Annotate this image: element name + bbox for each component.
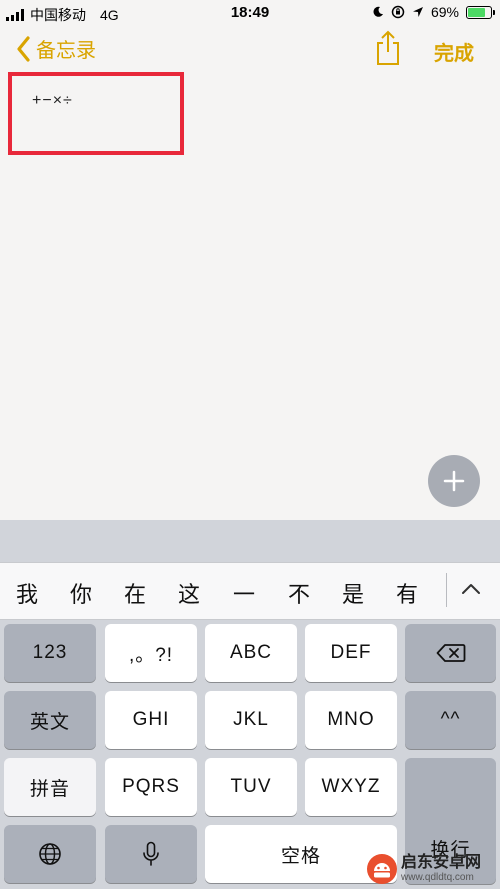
battery-fill — [468, 7, 485, 17]
key-wxyz[interactable]: WXYZ — [305, 758, 397, 816]
key-ghi[interactable]: GHI — [105, 691, 197, 749]
chevron-left-icon — [17, 35, 30, 62]
keyboard: 我 你 在 这 一 不 是 有 123 ,。?! ABC DEF 英文 GHI … — [0, 520, 500, 889]
rotation-lock-icon — [391, 5, 405, 19]
key-pinyin[interactable]: 拼音 — [4, 758, 96, 816]
key-emoticon[interactable]: ^^ — [405, 691, 496, 749]
key-jkl[interactable]: JKL — [205, 691, 297, 749]
battery-percent: 69% — [430, 4, 459, 20]
key-english[interactable]: 英文 — [4, 691, 96, 749]
key-123[interactable]: 123 — [4, 624, 96, 682]
candidate-item[interactable]: 我 — [12, 577, 42, 609]
key-mno[interactable]: MNO — [305, 691, 397, 749]
watermark: 启东安卓网 www.qdldtq.com — [366, 853, 481, 885]
highlight-box — [8, 72, 184, 155]
candidate-divider — [446, 573, 447, 607]
candidate-item[interactable]: 这 — [174, 577, 204, 609]
candidate-bar: 我 你 在 这 一 不 是 有 — [0, 562, 500, 620]
watermark-url: www.qdldtq.com — [401, 872, 474, 883]
backspace-icon — [436, 644, 465, 662]
key-abc[interactable]: ABC — [205, 624, 297, 682]
microphone-icon — [143, 841, 159, 866]
plus-icon — [443, 470, 465, 492]
key-tuv[interactable]: TUV — [205, 758, 297, 816]
candidate-item[interactable]: 你 — [66, 577, 96, 609]
watermark-text: 启东安卓网 www.qdldtq.com — [401, 854, 481, 884]
globe-icon — [39, 843, 61, 865]
location-icon — [412, 7, 423, 17]
candidate-item[interactable]: 在 — [120, 577, 150, 609]
globe-key[interactable] — [4, 825, 96, 883]
status-bar: 中国移动 4G 18:49 69% — [0, 0, 500, 26]
mic-key[interactable] — [105, 825, 197, 883]
key-punctuation[interactable]: ,。?! — [105, 624, 197, 682]
chevron-up-icon[interactable] — [460, 581, 482, 597]
back-button[interactable]: 备忘录 — [16, 34, 96, 63]
add-button[interactable] — [428, 455, 480, 507]
candidate-item[interactable]: 一 — [229, 577, 259, 609]
battery-icon — [466, 5, 495, 19]
status-right: 69% — [372, 4, 495, 20]
candidate-item[interactable]: 有 — [392, 577, 422, 609]
share-icon[interactable] — [374, 30, 402, 66]
delete-button[interactable] — [405, 624, 496, 682]
watermark-title: 启东安卓网 — [401, 854, 482, 871]
candidate-item[interactable]: 不 — [284, 577, 314, 609]
moon-icon — [373, 6, 383, 17]
done-button[interactable]: 完成 — [434, 37, 474, 66]
key-def[interactable]: DEF — [305, 624, 397, 682]
candidate-item[interactable]: 是 — [338, 577, 368, 609]
watermark-logo-icon — [367, 854, 397, 884]
key-pqrs[interactable]: PQRS — [105, 758, 197, 816]
back-label: 备忘录 — [36, 40, 96, 62]
